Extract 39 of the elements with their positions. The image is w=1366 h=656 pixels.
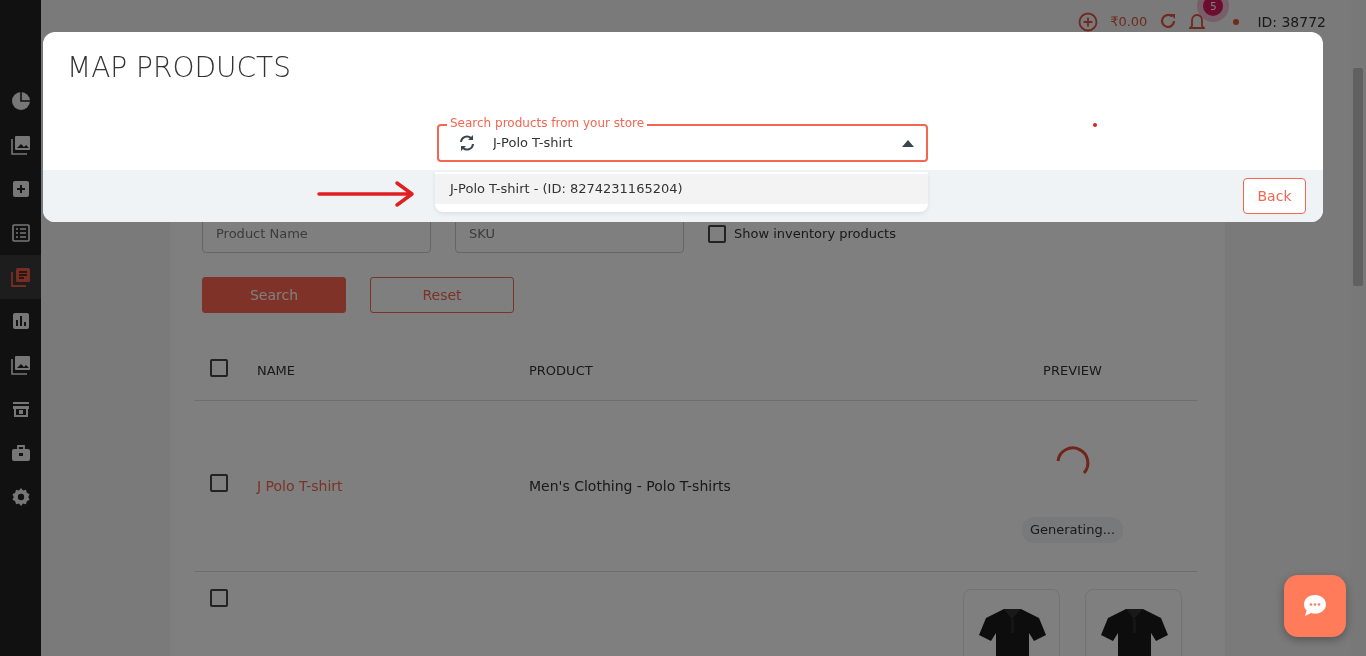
balance-text: ₹0.00 [1110, 13, 1148, 31]
account-id: ID: 38772 [1257, 13, 1326, 32]
checkbox[interactable] [210, 474, 228, 493]
search-button[interactable]: Search [202, 277, 346, 313]
add-circle-icon[interactable] [1078, 12, 1099, 32]
store-icon [10, 399, 31, 419]
dot-mark [1093, 123, 1097, 127]
modal-title: MAP PRODUCTS [67, 50, 292, 86]
field-label: Search products from your store [447, 116, 648, 130]
back-button[interactable]: Back [1243, 178, 1306, 214]
column-header: NAME [257, 361, 297, 380]
plus-icon [10, 179, 31, 199]
reset-button[interactable]: Reset [370, 277, 514, 313]
column-header: PRODUCT [529, 361, 594, 380]
refresh-icon[interactable] [1159, 12, 1178, 30]
search-input[interactable]: J-Polo T-shirt [493, 133, 886, 153]
caret-icon[interactable] [902, 139, 914, 147]
briefcase-icon [10, 443, 31, 463]
checkbox[interactable] [708, 225, 726, 243]
checkbox-label: Show inventory products [734, 225, 896, 244]
notification-badge: 5 [1203, 0, 1224, 16]
sync-icon [457, 133, 477, 153]
product-link[interactable]: J Polo T-shirt [257, 477, 343, 494]
product-category: Men's Clothing - Polo T-shirts [529, 477, 731, 494]
chat-button[interactable] [1284, 575, 1346, 637]
images-icon [10, 355, 31, 375]
column-header: PREVIEW [1043, 362, 1102, 378]
pie-icon [10, 91, 31, 111]
checkbox[interactable] [210, 589, 228, 607]
list-icon [10, 223, 31, 243]
status-pill: Generating... [1021, 517, 1124, 543]
checkbox[interactable] [210, 358, 228, 377]
catalog-icon [10, 267, 31, 287]
images-icon [10, 135, 31, 155]
gear-icon [10, 487, 31, 507]
dropdown-option[interactable]: J-Polo T-shirt - (ID: 8274231165204) [435, 174, 928, 204]
chat-icon [1302, 594, 1328, 618]
chart-icon [10, 311, 31, 331]
status-dot-icon [1233, 19, 1240, 25]
